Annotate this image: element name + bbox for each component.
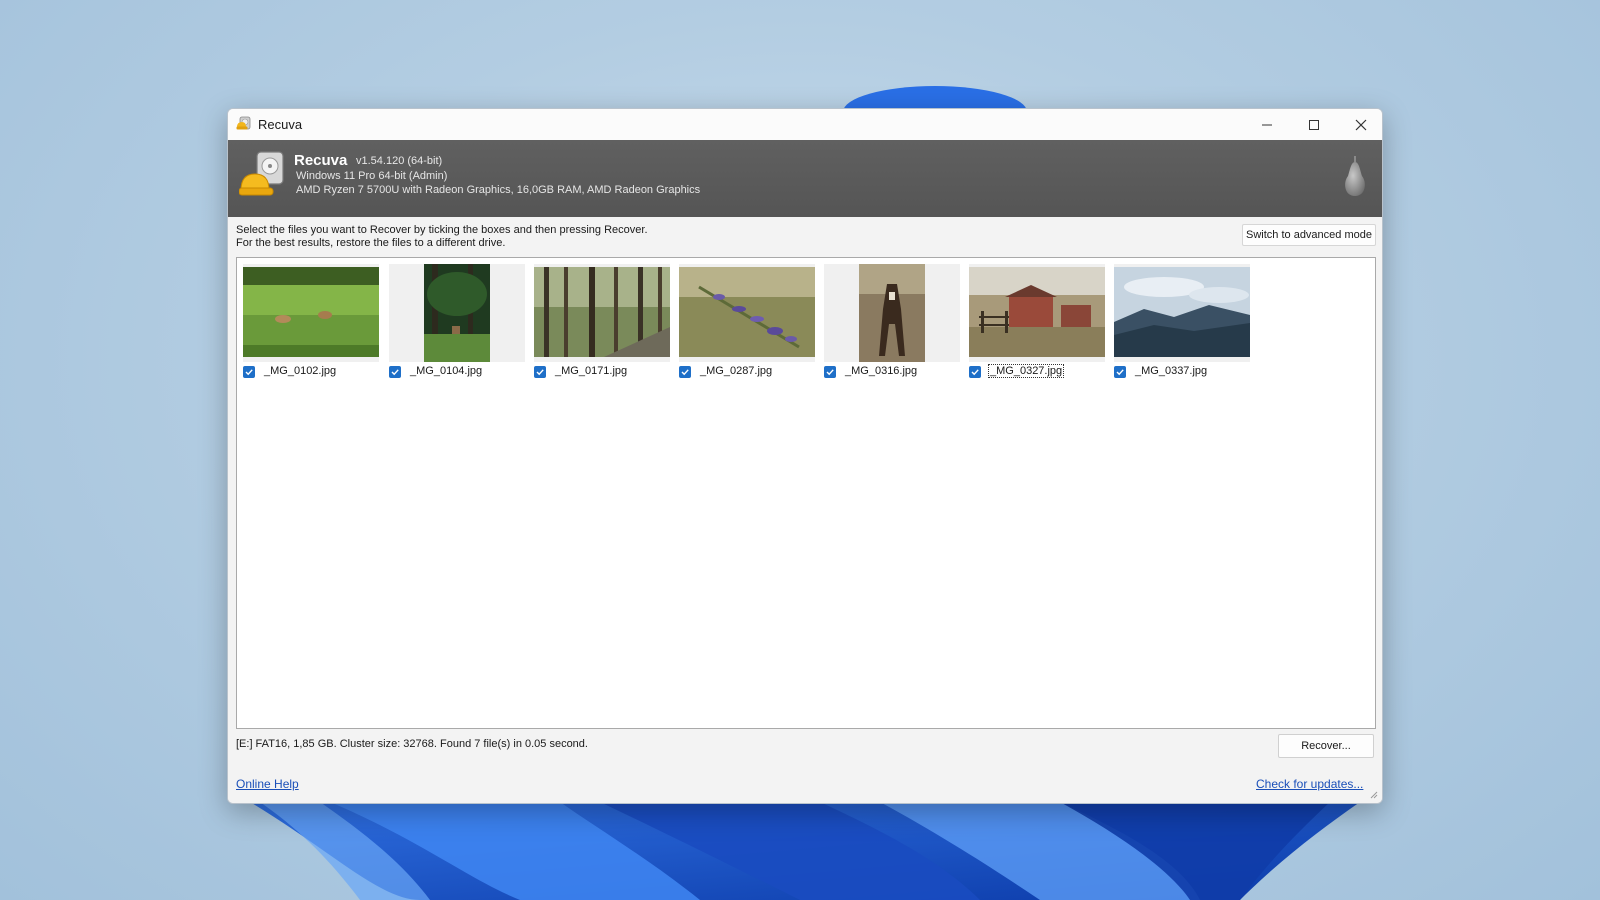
check-updates-link[interactable]: Check for updates... xyxy=(1256,777,1363,791)
scan-status: [E:] FAT16, 1,85 GB. Cluster size: 32768… xyxy=(236,738,588,750)
thumbnail-image[interactable] xyxy=(679,267,815,357)
file-tile[interactable]: _MG_0171.jpg xyxy=(532,262,670,382)
thumbnail-frame xyxy=(534,264,670,362)
recuva-window: Recuva Recuva v1.54.120 (64-bit) Windows… xyxy=(227,108,1383,804)
file-name[interactable]: _MG_0287.jpg xyxy=(699,365,773,377)
file-checkbox[interactable] xyxy=(824,366,836,378)
pear-icon xyxy=(1345,156,1365,196)
thumbnail-image[interactable] xyxy=(424,264,490,362)
file-name-focused[interactable]: _MG_0327.jpg xyxy=(987,364,1065,378)
thumbnail-image[interactable] xyxy=(243,267,379,357)
thumbnail-frame xyxy=(824,264,960,362)
window-title: Recuva xyxy=(258,117,303,132)
file-tile[interactable]: _MG_0104.jpg xyxy=(387,262,525,382)
thumbnail-image[interactable] xyxy=(859,264,925,362)
minimize-icon xyxy=(1262,124,1272,125)
file-checkbox[interactable] xyxy=(243,366,255,378)
close-button[interactable] xyxy=(1338,109,1382,140)
thumbnail-frame xyxy=(679,264,815,362)
thumbnail-image[interactable] xyxy=(969,267,1105,357)
instructions-line1: Select the files you want to Recover by … xyxy=(236,224,648,236)
file-name[interactable]: _MG_0102.jpg xyxy=(263,365,337,377)
thumbnail-frame xyxy=(243,264,379,362)
file-tile[interactable]: _MG_0327.jpg xyxy=(967,262,1105,382)
thumbnail-frame xyxy=(389,264,525,362)
app-version: v1.54.120 (64-bit) xyxy=(356,155,443,167)
file-thumbnail-pane[interactable]: _MG_0102.jpg _MG_0104.jpg _MG_0171.jpg _… xyxy=(236,257,1376,729)
app-name: Recuva xyxy=(294,152,348,169)
instructions: Select the files you want to Recover by … xyxy=(236,224,648,250)
recuva-logo-icon xyxy=(239,151,284,196)
file-checkbox[interactable] xyxy=(389,366,401,378)
file-tile[interactable]: _MG_0316.jpg xyxy=(822,262,960,382)
bottom-bar xyxy=(228,760,1382,803)
file-checkbox[interactable] xyxy=(679,366,691,378)
maximize-icon xyxy=(1309,119,1319,130)
thumbnail-image[interactable] xyxy=(1114,267,1250,357)
file-tile[interactable]: _MG_0287.jpg xyxy=(677,262,815,382)
instructions-line2: For the best results, restore the files … xyxy=(236,237,506,249)
file-name[interactable]: _MG_0337.jpg xyxy=(1134,365,1208,377)
recuva-app-icon xyxy=(236,116,251,130)
thumbnail-frame xyxy=(1114,264,1250,362)
hardware-info: AMD Ryzen 7 5700U with Radeon Graphics, … xyxy=(296,184,701,196)
online-help-link[interactable]: Online Help xyxy=(236,777,299,791)
thumbnail-frame xyxy=(969,264,1105,362)
title-bar[interactable]: Recuva xyxy=(228,109,1382,141)
os-info: Windows 11 Pro 64-bit (Admin) xyxy=(296,170,448,182)
resize-grip-icon[interactable] xyxy=(1368,789,1378,799)
file-name[interactable]: _MG_0104.jpg xyxy=(409,365,483,377)
file-tile[interactable]: _MG_0337.jpg xyxy=(1112,262,1250,382)
file-name[interactable]: _MG_0316.jpg xyxy=(844,365,918,377)
file-tile[interactable]: _MG_0102.jpg xyxy=(241,262,379,382)
app-header: Recuva v1.54.120 (64-bit) Windows 11 Pro… xyxy=(228,140,1382,217)
file-checkbox[interactable] xyxy=(534,366,546,378)
file-checkbox[interactable] xyxy=(969,366,981,378)
switch-advanced-mode-button[interactable]: Switch to advanced mode xyxy=(1242,224,1376,246)
file-checkbox[interactable] xyxy=(1114,366,1126,378)
recover-button[interactable]: Recover... xyxy=(1278,734,1374,758)
close-icon xyxy=(1355,119,1367,130)
maximize-button[interactable] xyxy=(1291,109,1337,140)
file-name[interactable]: _MG_0171.jpg xyxy=(554,365,628,377)
thumbnail-image[interactable] xyxy=(534,267,670,357)
minimize-button[interactable] xyxy=(1244,109,1290,140)
